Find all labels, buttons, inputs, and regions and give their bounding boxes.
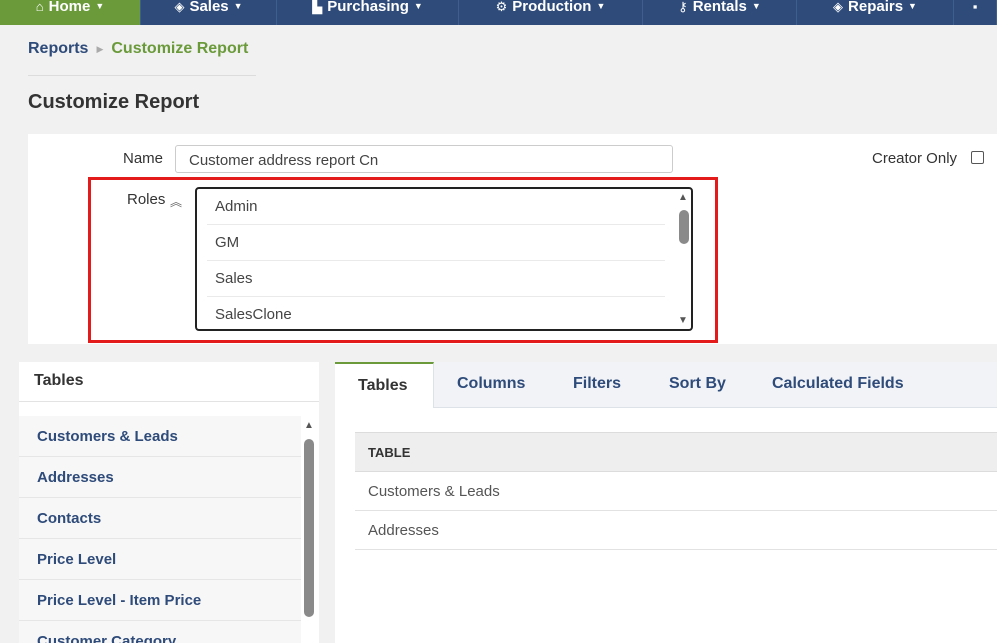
report-name-input[interactable]: Customer address report Cn <box>175 145 673 173</box>
scroll-up-icon[interactable]: ▲ <box>304 420 314 431</box>
caret-down-icon: ▼ <box>908 1 917 11</box>
gears-icon: ⚙ <box>495 0 508 14</box>
tab-columns[interactable]: Columns <box>457 362 525 408</box>
table-list-item[interactable]: Customers & Leads <box>19 416 301 457</box>
tab-tables[interactable]: Tables <box>335 362 434 408</box>
table-list-item[interactable]: Price Level - Item Price <box>19 580 301 621</box>
home-icon: ⌂ <box>35 0 44 14</box>
box-icon: ▪ <box>972 0 978 14</box>
chevron-right-icon: ▶ <box>96 43 104 54</box>
breadcrumb: Reports ▶ Customize Report <box>28 40 248 58</box>
name-label: Name <box>123 150 164 167</box>
caret-down-icon: ▼ <box>751 1 761 11</box>
caret-down-icon: ▼ <box>95 1 105 11</box>
table-list-item[interactable]: Contacts <box>19 498 301 539</box>
caret-down-icon: ▼ <box>596 1 606 11</box>
nav-production-label: Production <box>512 0 592 15</box>
nav-purchasing[interactable]: ▙ Purchasing ▼ <box>277 0 459 25</box>
table-list-item[interactable]: Customer Category <box>19 621 301 643</box>
key-icon: ⚷ <box>678 0 688 14</box>
nav-rentals-label: Rentals <box>692 0 747 15</box>
breadcrumb-reports-link[interactable]: Reports <box>28 40 88 58</box>
tab-calculated-fields[interactable]: Calculated Fields <box>772 362 904 408</box>
table-row[interactable]: Customers & Leads <box>355 472 997 511</box>
tables-list: Customers & Leads Addresses Contacts Pri… <box>19 416 301 643</box>
nav-purchasing-label: Purchasing <box>327 0 409 15</box>
top-navigation-bar: ⌂ Home ▼ ◈ Sales ▼ ▙ Purchasing ▼ ⚙ Prod… <box>0 0 997 25</box>
page-title: Customize Report <box>28 91 200 113</box>
tables-panel-title: Tables <box>19 362 319 402</box>
roles-highlight-box <box>88 177 718 343</box>
scrollbar-thumb[interactable] <box>304 439 314 617</box>
nav-rentals[interactable]: ⚷ Rentals ▼ <box>643 0 797 25</box>
cart-icon: ▙ <box>312 0 323 14</box>
nav-sales[interactable]: ◈ Sales ▼ <box>141 0 277 25</box>
nav-home-label: Home <box>48 0 91 15</box>
table-list-item[interactable]: Addresses <box>19 457 301 498</box>
nav-sales-label: Sales <box>189 0 229 15</box>
nav-production[interactable]: ⚙ Production ▼ <box>459 0 643 25</box>
tab-filters[interactable]: Filters <box>573 362 621 408</box>
tables-panel: Tables Customers & Leads Addresses Conta… <box>19 362 319 643</box>
table-row[interactable]: Addresses <box>355 511 997 550</box>
nav-repairs-label: Repairs <box>848 0 904 15</box>
caret-down-icon: ▼ <box>413 1 423 11</box>
nav-more[interactable]: ▪ <box>954 0 997 25</box>
breadcrumb-current: Customize Report <box>111 40 249 57</box>
table-column-header[interactable]: TABLE <box>355 432 997 472</box>
tag-icon: ◈ <box>174 0 185 14</box>
nav-home[interactable]: ⌂ Home ▼ <box>0 0 141 25</box>
creator-only-checkbox[interactable] <box>971 151 984 164</box>
divider <box>28 75 256 76</box>
wrench-icon: ◈ <box>833 0 844 14</box>
table-list-item[interactable]: Price Level <box>19 539 301 580</box>
tab-sort-by[interactable]: Sort By <box>669 362 726 408</box>
creator-only-label: Creator Only <box>872 150 958 167</box>
nav-repairs[interactable]: ◈ Repairs ▼ <box>797 0 954 25</box>
caret-down-icon: ▼ <box>233 1 243 11</box>
